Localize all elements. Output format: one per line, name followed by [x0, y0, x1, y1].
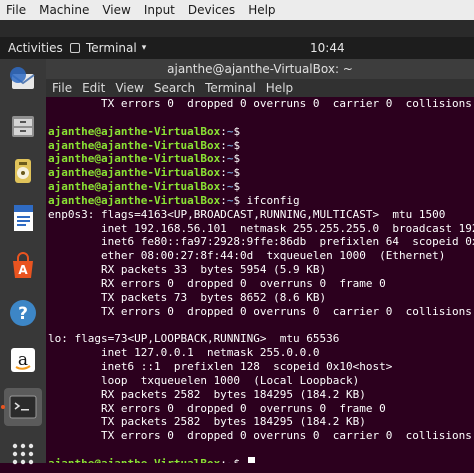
output-line: loop txqueuelen 1000 (Local Loopback): [48, 373, 360, 387]
command-text: $: [233, 124, 241, 138]
term-menu-help[interactable]: Help: [261, 81, 298, 95]
terminal-menubar: File Edit View Search Terminal Help: [46, 79, 474, 97]
dock-thunderbird[interactable]: [4, 62, 42, 100]
dock-terminal[interactable]: [4, 388, 42, 426]
vbox-menu-machine[interactable]: Machine: [33, 3, 96, 17]
output-line: TX errors 0 dropped 0 overruns 0 carrier…: [48, 429, 474, 443]
prompt-line: ajanthe@ajanthe-VirtualBox:~$: [48, 138, 241, 152]
vbox-menu-view[interactable]: View: [96, 3, 137, 17]
output-line: inet6 ::1 prefixlen 128 scopeid 0x10<hos…: [48, 360, 393, 374]
app-menu-label: Terminal: [86, 41, 137, 55]
dock-rhythmbox[interactable]: [4, 152, 42, 190]
writer-icon: [14, 205, 33, 231]
dock-show-apps[interactable]: [4, 435, 42, 473]
vm-display-border: [0, 20, 474, 37]
prompt-line: ajanthe@ajanthe-VirtualBox:~$: [48, 456, 474, 463]
virtualbox-menubar: File Machine View Input Devices Help: [0, 0, 474, 21]
command-text: $: [233, 180, 241, 194]
output-line: enp0s3: flags=4163<UP,BROADCAST,RUNNING,…: [48, 207, 446, 221]
prompt-user: ajanthe@ajanthe-VirtualBox: [48, 124, 221, 138]
term-menu-view[interactable]: View: [110, 81, 148, 95]
vbox-menu-input[interactable]: Input: [138, 3, 182, 17]
output-line: RX errors 0 dropped 0 overruns 0 frame 0: [48, 401, 386, 415]
clock[interactable]: 10:44: [310, 41, 345, 55]
terminal-titlebar[interactable]: ajanthe@ajanthe-VirtualBox: ~: [46, 59, 474, 79]
text-cursor: [247, 456, 255, 463]
output-line: RX packets 33 bytes 5954 (5.9 KB): [48, 263, 327, 277]
prompt-user: ajanthe@ajanthe-VirtualBox: [48, 166, 221, 180]
caret-down-icon: ▾: [141, 43, 147, 53]
command-text: $: [233, 138, 241, 152]
command-text: $: [233, 166, 241, 180]
software-center-icon: A: [13, 252, 33, 278]
dock-software-center[interactable]: A: [4, 247, 42, 285]
output-line: TX packets 2582 bytes 184295 (184.2 KB): [48, 415, 366, 429]
term-menu-search[interactable]: Search: [149, 81, 200, 95]
output-line: TX packets 73 bytes 8652 (8.6 KB): [48, 290, 327, 304]
gnome-top-bar: Activities Terminal ▾ 10:44: [0, 37, 474, 59]
running-indicator: [1, 405, 5, 409]
dock: A ? a: [0, 59, 46, 465]
prompt-user: ajanthe@ajanthe-VirtualBox: [48, 138, 221, 152]
output-line: TX errors 0 dropped 0 overruns 0 carrier…: [48, 97, 474, 110]
vbox-menu-help[interactable]: Help: [242, 3, 282, 17]
thunderbird-icon: [10, 67, 35, 89]
prompt-line: ajanthe@ajanthe-VirtualBox:~$ ifconfig: [48, 193, 300, 207]
output-line: inet 192.168.56.101 netmask 255.255.255.…: [100, 221, 474, 235]
prompt-line: ajanthe@ajanthe-VirtualBox:~$: [48, 180, 241, 194]
prompt-line: ajanthe@ajanthe-VirtualBox:~$: [48, 166, 241, 180]
output-line: inet6 fe80::fa97:2928:9ffe:86db prefixle…: [100, 235, 474, 249]
prompt-user: ajanthe@ajanthe-VirtualBox: [48, 152, 221, 166]
prompt-user: ajanthe@ajanthe-VirtualBox: [48, 193, 221, 207]
help-icon: ?: [10, 300, 36, 326]
show-apps-icon: [12, 443, 34, 465]
terminal-app-icon: [70, 43, 80, 53]
terminal-window[interactable]: ajanthe@ajanthe-VirtualBox: ~ File Edit …: [46, 59, 474, 463]
vbox-menu-file[interactable]: File: [0, 3, 33, 17]
prompt-line: ajanthe@ajanthe-VirtualBox:~$: [48, 124, 241, 138]
terminal-title: ajanthe@ajanthe-VirtualBox: ~: [167, 62, 353, 76]
dock-files[interactable]: [4, 107, 42, 145]
vbox-menu-devices[interactable]: Devices: [182, 3, 242, 17]
output-line: inet 127.0.0.1 netmask 255.0.0.0: [48, 346, 320, 360]
dock-amazon[interactable]: a: [4, 341, 42, 379]
command-text: $: [233, 457, 246, 463]
command-text: $: [233, 152, 241, 166]
app-menu-button[interactable]: Terminal ▾: [70, 41, 146, 55]
terminal-icon: [9, 395, 37, 419]
terminal-output[interactable]: TX errors 0 dropped 0 overruns 0 carrier…: [48, 97, 474, 463]
term-menu-edit[interactable]: Edit: [77, 81, 110, 95]
svg-text:?: ?: [18, 304, 28, 324]
output-line: RX packets 2582 bytes 184295 (184.2 KB): [48, 387, 366, 401]
rhythmbox-icon: [15, 159, 31, 183]
dock-writer[interactable]: [4, 199, 42, 237]
term-menu-terminal[interactable]: Terminal: [200, 81, 261, 95]
output-line: RX errors 0 dropped 0 overruns 0 frame 0: [48, 276, 386, 290]
prompt-line: ajanthe@ajanthe-VirtualBox:~$: [48, 152, 241, 166]
output-line: ether 08:00:27:8f:44:0d txqueuelen 1000 …: [48, 249, 446, 263]
term-menu-file[interactable]: File: [46, 81, 77, 95]
command-text: $ ifconfig: [233, 193, 300, 207]
output-line: TX errors 0 dropped 0 overruns 0 carrier…: [48, 304, 474, 318]
dock-help[interactable]: ?: [4, 294, 42, 332]
amazon-icon: a: [11, 348, 35, 372]
prompt-user: ajanthe@ajanthe-VirtualBox: [48, 457, 220, 463]
svg-text:A: A: [18, 263, 28, 277]
prompt-user: ajanthe@ajanthe-VirtualBox: [48, 180, 221, 194]
output-line: lo: flags=73<UP,LOOPBACK,RUNNING> mtu 65…: [48, 332, 340, 346]
files-icon: [12, 116, 34, 137]
activities-button[interactable]: Activities: [8, 41, 63, 55]
